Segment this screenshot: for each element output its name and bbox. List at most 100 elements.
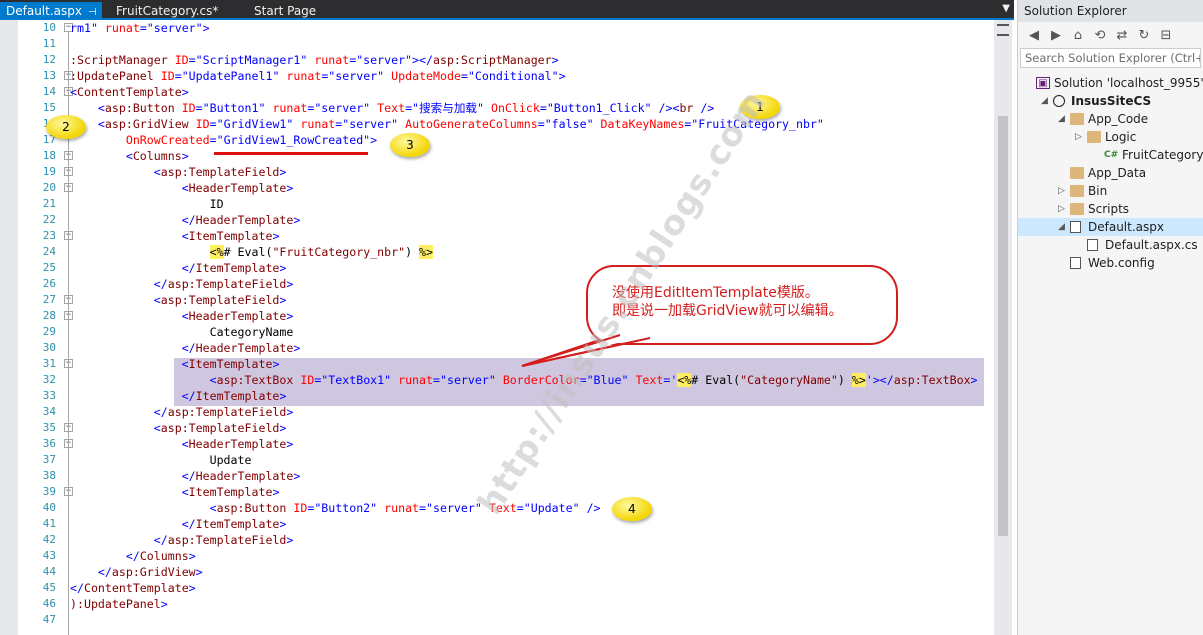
folder-icon bbox=[1070, 203, 1084, 215]
tree-item[interactable]: ◢ Default.aspx bbox=[1018, 218, 1203, 236]
sync-icon[interactable]: ⇄ bbox=[1114, 28, 1130, 43]
code-line[interactable]: ID bbox=[70, 196, 990, 212]
folder-icon bbox=[1070, 167, 1084, 179]
code-line[interactable]: <asp:Button ID="Button2" runat="server" … bbox=[70, 500, 990, 516]
tab-start-page[interactable]: Start Page bbox=[248, 2, 348, 20]
tab-dropdown-icon[interactable]: ▼ bbox=[1002, 3, 1010, 14]
tree-item[interactable]: ▷ Bin bbox=[1018, 182, 1203, 200]
code-line[interactable]: <asp:TemplateField> bbox=[70, 164, 990, 180]
code-token: < bbox=[70, 165, 161, 179]
code-token: > bbox=[195, 565, 203, 579]
tree-item[interactable]: ▣ Solution 'localhost_9955' (1 p bbox=[1018, 74, 1203, 92]
tree-item[interactable]: ◢ InsusSiteCS bbox=[1018, 92, 1203, 110]
code-token: HeaderTemplate bbox=[195, 213, 294, 227]
tree-item[interactable]: ▷ Logic bbox=[1018, 128, 1203, 146]
code-token: ) bbox=[837, 373, 852, 387]
scroll-thumb[interactable] bbox=[998, 116, 1008, 536]
tree-item[interactable]: ◢ App_Code bbox=[1018, 110, 1203, 128]
code-token: </ bbox=[70, 389, 196, 403]
collapse-arrow-icon[interactable]: ◢ bbox=[1058, 218, 1065, 236]
search-input[interactable]: Search Solution Explorer (Ctrl+;) bbox=[1020, 48, 1201, 68]
line-number: 10 bbox=[42, 21, 56, 34]
code-line[interactable] bbox=[70, 612, 990, 628]
tab-default-aspx[interactable]: Default.aspx ⊣ × bbox=[0, 2, 102, 20]
line-number: 45 bbox=[42, 581, 56, 594]
code-line[interactable]: <ContentTemplate> bbox=[70, 84, 990, 100]
code-line[interactable]: </HeaderTemplate> bbox=[70, 212, 990, 228]
tree-item[interactable]: C#FruitCategory.cs bbox=[1018, 146, 1203, 164]
expand-arrow-icon[interactable]: ▷ bbox=[1058, 200, 1065, 218]
code-line[interactable]: <asp:TextBox ID="TextBox1" runat="server… bbox=[70, 372, 990, 388]
code-token: > bbox=[551, 53, 559, 67]
code-token: > bbox=[293, 341, 301, 355]
code-line[interactable]: rm1" runat="server"> bbox=[70, 20, 990, 36]
tree-item[interactable]: ▷ Scripts bbox=[1018, 200, 1203, 218]
tree-item[interactable]: App_Data bbox=[1018, 164, 1203, 182]
code-line[interactable]: <ItemTemplate> bbox=[70, 484, 990, 500]
code-line[interactable]: </asp:GridView> bbox=[70, 564, 990, 580]
code-token: HeaderTemplate bbox=[195, 469, 294, 483]
code-line[interactable]: </asp:TemplateField> bbox=[70, 532, 990, 548]
line-number: 39 bbox=[42, 485, 56, 498]
code-line[interactable]: :ScriptManager ID="ScriptManager1" runat… bbox=[70, 52, 990, 68]
code-line[interactable]: <asp:Button ID="Button1" runat="server" … bbox=[70, 100, 990, 116]
line-number: 13 bbox=[42, 69, 56, 82]
code-line[interactable]: </ItemTemplate> bbox=[70, 388, 990, 404]
code-token: < bbox=[70, 357, 189, 371]
code-token: < bbox=[70, 373, 217, 387]
back-icon[interactable]: ◀ bbox=[1026, 28, 1042, 43]
code-line[interactable]: <%# Eval("FruitCategory_nbr") %> bbox=[70, 244, 990, 260]
code-token: > bbox=[286, 277, 294, 291]
expand-arrow-icon[interactable]: ▷ bbox=[1058, 182, 1065, 200]
code-token: "CategoryName" bbox=[740, 373, 838, 387]
code-line[interactable]: </ItemTemplate> bbox=[70, 516, 990, 532]
code-line[interactable]: <ItemTemplate> bbox=[70, 228, 990, 244]
code-token: ItemTemplate bbox=[188, 485, 273, 499]
tree-item-label: Solution 'localhost_9955' (1 p bbox=[1054, 76, 1203, 90]
code-line[interactable]: <Columns> bbox=[70, 148, 990, 164]
line-number: 33 bbox=[42, 389, 56, 402]
code-token: ItemTemplate bbox=[195, 389, 280, 403]
expand-arrow-icon[interactable]: ▷ bbox=[1075, 128, 1082, 146]
history-icon[interactable]: ⟲ bbox=[1092, 28, 1108, 43]
tree-item[interactable]: Default.aspx.cs bbox=[1018, 236, 1203, 254]
pin-icon[interactable]: ⊣ bbox=[88, 7, 97, 18]
code-line[interactable]: </ContentTemplate> bbox=[70, 580, 990, 596]
code-line[interactable]: </Columns> bbox=[70, 548, 990, 564]
line-number: 42 bbox=[42, 533, 56, 546]
home-icon[interactable]: ⌂ bbox=[1070, 28, 1086, 43]
vertical-scrollbar[interactable] bbox=[994, 20, 1012, 635]
code-token: < bbox=[70, 229, 189, 243]
forward-icon[interactable]: ▶ bbox=[1048, 28, 1064, 43]
code-token: %> bbox=[851, 373, 866, 387]
code-token: asp:TextBox bbox=[893, 373, 971, 387]
code-line[interactable]: <HeaderTemplate> bbox=[70, 180, 990, 196]
code-token: > bbox=[272, 357, 280, 371]
code-line[interactable]: ):UpdatePanel> bbox=[70, 596, 990, 612]
line-number: 40 bbox=[42, 501, 56, 514]
tab-label: Start Page bbox=[254, 4, 317, 18]
code-line[interactable]: <asp:GridView ID="GridView1" runat="serv… bbox=[70, 116, 990, 132]
code-token: </ bbox=[70, 405, 168, 419]
tree-item-label: Default.aspx bbox=[1088, 220, 1164, 234]
tree-item[interactable]: Web.config bbox=[1018, 254, 1203, 272]
collapse-arrow-icon[interactable]: ◢ bbox=[1058, 110, 1065, 128]
refresh-icon[interactable]: ↻ bbox=[1136, 28, 1152, 43]
code-line[interactable] bbox=[70, 36, 990, 52]
split-icon[interactable] bbox=[997, 24, 1009, 36]
code-token: < bbox=[70, 181, 189, 195]
collapse-arrow-icon[interactable]: ◢ bbox=[1041, 92, 1048, 110]
code-token: ID bbox=[174, 53, 189, 67]
close-icon[interactable]: × bbox=[101, 5, 102, 18]
line-number: 12 bbox=[42, 53, 56, 66]
collapse-all-icon[interactable]: ⊟ bbox=[1158, 28, 1174, 43]
code-token: ="搜索与加载" bbox=[405, 101, 491, 115]
code-token: > bbox=[293, 469, 301, 483]
code-token: > bbox=[286, 309, 294, 323]
code-token: br bbox=[679, 101, 694, 115]
code-line[interactable]: OnRowCreated="GridView1_RowCreated"> bbox=[70, 132, 990, 148]
tab-fruitcategory-cs[interactable]: FruitCategory.cs* bbox=[110, 2, 230, 20]
code-line[interactable]: <ItemTemplate> bbox=[70, 356, 990, 372]
code-line[interactable]: :UpdatePanel ID="UpdatePanel1" runat="se… bbox=[70, 68, 990, 84]
line-number: 20 bbox=[42, 181, 56, 194]
